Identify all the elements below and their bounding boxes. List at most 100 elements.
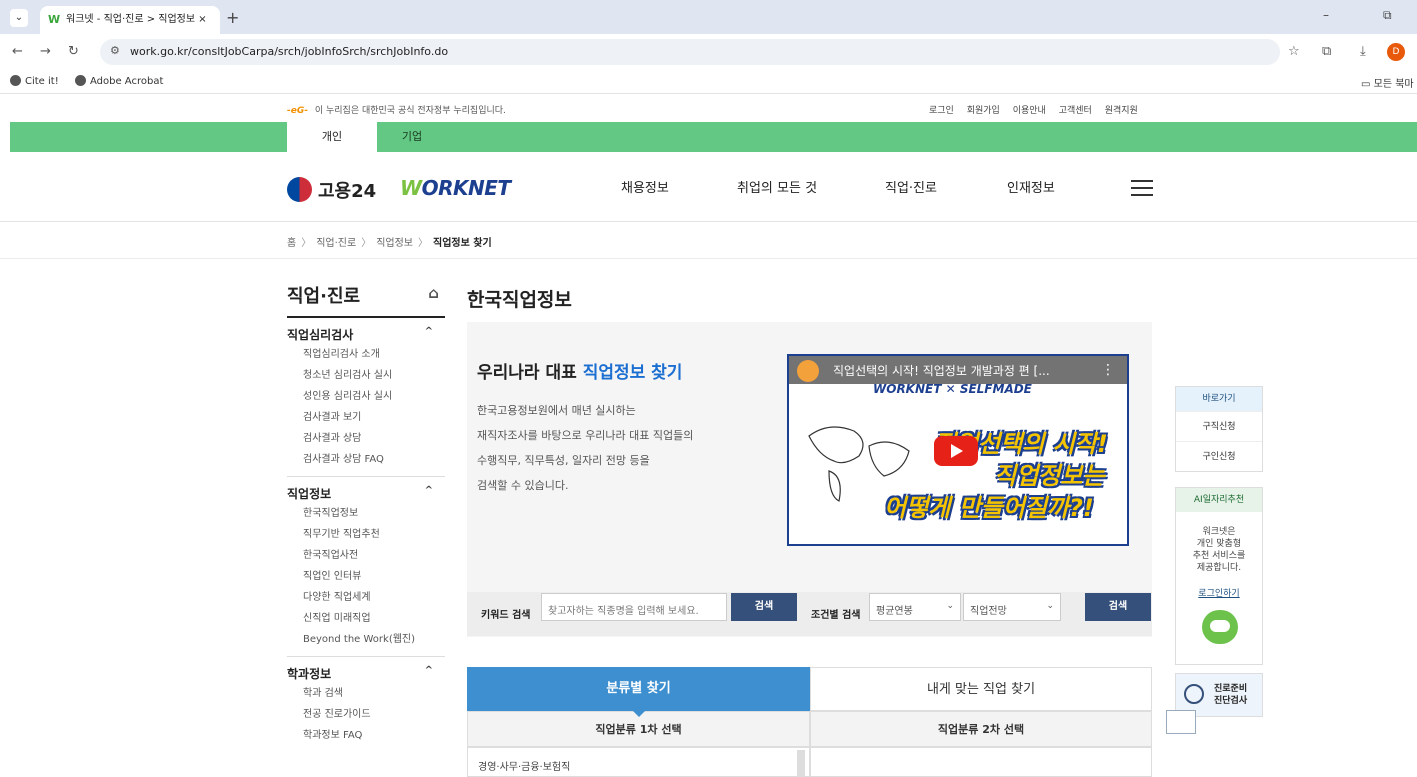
- breadcrumb-jobinfo[interactable]: 직업정보: [376, 238, 413, 249]
- video-caption-2: 직업정보는: [994, 462, 1105, 490]
- keyword-search-button[interactable]: 검색: [731, 593, 797, 621]
- breadcrumb-current: 직업정보 찾기: [433, 238, 492, 249]
- sidebar-item[interactable]: 한국직업정보: [287, 503, 445, 524]
- home-icon[interactable]: ⌂: [428, 284, 439, 302]
- back-icon[interactable]: ←: [12, 44, 23, 59]
- bookmark-star-icon[interactable]: ☆: [1288, 44, 1300, 59]
- taegeuk-logo-icon[interactable]: [287, 177, 312, 202]
- restore-icon[interactable]: ⧉: [1383, 8, 1392, 23]
- outlook-select[interactable]: 직업전망 ⌄: [963, 593, 1061, 621]
- minimize-icon[interactable]: –: [1323, 8, 1329, 22]
- scroll-top-button[interactable]: [1166, 710, 1196, 734]
- all-bookmarks-folder[interactable]: ▭ 모든 북마: [1361, 75, 1414, 90]
- breadcrumb-career[interactable]: 직업·진로: [316, 238, 356, 249]
- audience-tabs: 개인 기업: [10, 122, 1417, 152]
- sidebar-group-psych-test: 직업심리검사 ^ 직업심리검사 소개 청소년 심리검사 실시 성인용 심리검사 실…: [287, 318, 445, 477]
- site-info-icon[interactable]: ⚙: [110, 44, 120, 57]
- nav-employment[interactable]: 취업의 모든 것: [737, 177, 817, 196]
- hero-heading-part: 우리나라 대표: [477, 363, 583, 383]
- hero-line: 재직자조사를 바탕으로 우리나라 대표 직업들의: [477, 429, 694, 442]
- diag-line: 진단검사: [1214, 696, 1248, 706]
- ai-recommend-text: 워크넷은 개인 맞춤형 추천 서비스를 제공합니다.: [1176, 526, 1262, 574]
- ai-line: 개인 맞춤형: [1196, 539, 1242, 549]
- hero-heading: 우리나라 대표 직업정보 찾기: [477, 358, 682, 383]
- tab-personal[interactable]: 개인: [287, 122, 377, 152]
- remote-support-link[interactable]: 원격지원: [1105, 106, 1138, 116]
- goyong24-logo[interactable]: 고용24: [318, 177, 376, 203]
- sidebar-item[interactable]: 검사결과 상담 FAQ: [287, 449, 445, 470]
- nav-career[interactable]: 직업·진로: [885, 177, 937, 196]
- sidebar-item[interactable]: 검사결과 상담: [287, 428, 445, 449]
- condition-search-button[interactable]: 검색: [1085, 593, 1151, 621]
- chevron-down-icon: ⌄: [1046, 601, 1054, 611]
- login-link[interactable]: 로그인: [929, 106, 954, 116]
- ai-login-link[interactable]: 로그인하기: [1176, 586, 1262, 599]
- category-level2-list[interactable]: [810, 747, 1152, 777]
- address-bar[interactable]: ⚙ work.go.kr/consltJobCarpa/srch/jobInfo…: [100, 39, 1280, 65]
- breadcrumb-home[interactable]: 홈: [287, 238, 296, 249]
- ai-line: 제공합니다.: [1196, 563, 1242, 573]
- menu-icon[interactable]: [1131, 180, 1153, 201]
- forward-icon[interactable]: →: [40, 44, 51, 59]
- keyword-search-input[interactable]: 찾고자하는 직종명을 입력해 보세요.: [541, 593, 727, 621]
- category-level1-list[interactable]: 경영·사무·금융·보험직: [467, 747, 810, 777]
- reload-icon[interactable]: ↻: [68, 44, 79, 59]
- keyword-search-label: 키워드 검색: [481, 610, 531, 621]
- group-label: 학과정보: [287, 667, 332, 681]
- breadcrumb-separator: 〉: [361, 238, 372, 249]
- sidebar-group-header[interactable]: 직업정보 ^: [287, 485, 445, 503]
- salary-select[interactable]: 평균연봉 ⌄: [869, 593, 961, 621]
- sidebar-group-header[interactable]: 직업심리검사 ^: [287, 326, 445, 344]
- sidebar-item[interactable]: 직업인 인터뷰: [287, 566, 445, 587]
- sidebar-item[interactable]: 한국직업사전: [287, 545, 445, 566]
- tab-find-my-job[interactable]: 내게 맞는 직업 찾기: [810, 667, 1152, 711]
- scrollbar[interactable]: [797, 750, 805, 776]
- browser-tab[interactable]: W 워크넷 - 직업·진로 > 직업정보 ×: [40, 6, 220, 34]
- quick-link-job-offer[interactable]: 구인신청: [1176, 441, 1262, 471]
- collapse-icon[interactable]: ^: [425, 665, 433, 676]
- hero-line: 수행직무, 직무특성, 일자리 전망 등을: [477, 454, 650, 467]
- sidebar-group-header[interactable]: 학과정보 ^: [287, 665, 445, 683]
- more-options-icon[interactable]: ⋮: [1101, 362, 1115, 378]
- profile-avatar[interactable]: D: [1387, 43, 1405, 61]
- nav-talent[interactable]: 인재정보: [1007, 177, 1055, 196]
- tab-search-button[interactable]: ⌄: [10, 9, 28, 27]
- collapse-icon[interactable]: ^: [425, 326, 433, 337]
- sidebar-item[interactable]: Beyond the Work(웹진): [287, 629, 445, 650]
- nav-jobs[interactable]: 채용정보: [621, 177, 669, 196]
- gov-notice: -eG- 이 누리집은 대한민국 공식 전자정부 누리집입니다.: [287, 103, 506, 116]
- sidebar-item[interactable]: 신직업 미래직업: [287, 608, 445, 629]
- play-icon[interactable]: [934, 436, 978, 466]
- hero-heading-highlight: 직업정보 찾기: [582, 363, 683, 383]
- list-item[interactable]: 경영·사무·금융·보험직: [478, 758, 570, 773]
- video-title[interactable]: 직업선택의 시작! 직업정보 개발과정 편 [...: [833, 362, 1050, 379]
- collapse-icon[interactable]: ^: [425, 485, 433, 496]
- sidebar-item[interactable]: 성인용 심리검사 실시: [287, 386, 445, 407]
- tab-browse-by-category[interactable]: 분류별 찾기: [467, 667, 810, 711]
- sidebar-item[interactable]: 검사결과 보기: [287, 407, 445, 428]
- download-icon[interactable]: ⤓: [1360, 44, 1366, 59]
- bookmark-cite-it[interactable]: Cite it!: [10, 75, 59, 87]
- sidebar-item[interactable]: 전공 진로가이드: [287, 704, 445, 725]
- sidebar-item[interactable]: 학과 검색: [287, 683, 445, 704]
- sidebar-item[interactable]: 학과정보 FAQ: [287, 725, 445, 746]
- worknet-logo[interactable]: WORKNET: [400, 176, 511, 200]
- sidebar-item[interactable]: 직업심리검사 소개: [287, 344, 445, 365]
- bookmark-adobe-acrobat[interactable]: Adobe Acrobat: [75, 75, 163, 87]
- tab-business[interactable]: 기업: [387, 122, 437, 152]
- sidebar-item[interactable]: 직무기반 직업추천: [287, 524, 445, 545]
- extensions-icon[interactable]: ⧉: [1322, 44, 1331, 59]
- outlook-select-value: 직업전망: [970, 606, 1007, 617]
- quick-link-job-apply[interactable]: 구직신청: [1176, 411, 1262, 441]
- signup-link[interactable]: 회원가입: [967, 106, 1000, 116]
- guide-link[interactable]: 이용안내: [1013, 106, 1046, 116]
- sidebar-item[interactable]: 다양한 직업세계: [287, 587, 445, 608]
- channel-avatar-icon[interactable]: [797, 360, 819, 382]
- new-tab-button[interactable]: +: [226, 8, 239, 27]
- quick-links-header: 바로가기: [1176, 387, 1262, 411]
- category-level2-header: 직업분류 2차 선택: [810, 711, 1152, 747]
- browser-tab-strip: ⌄ W 워크넷 - 직업·진로 > 직업정보 × + – ⧉: [0, 0, 1417, 34]
- video-player[interactable]: 직업선택의 시작! 직업정보 개발과정 편 [... ⋮ WORKNET ✕ S…: [787, 354, 1129, 546]
- support-link[interactable]: 고객센터: [1059, 106, 1092, 116]
- sidebar-item[interactable]: 청소년 심리검사 실시: [287, 365, 445, 386]
